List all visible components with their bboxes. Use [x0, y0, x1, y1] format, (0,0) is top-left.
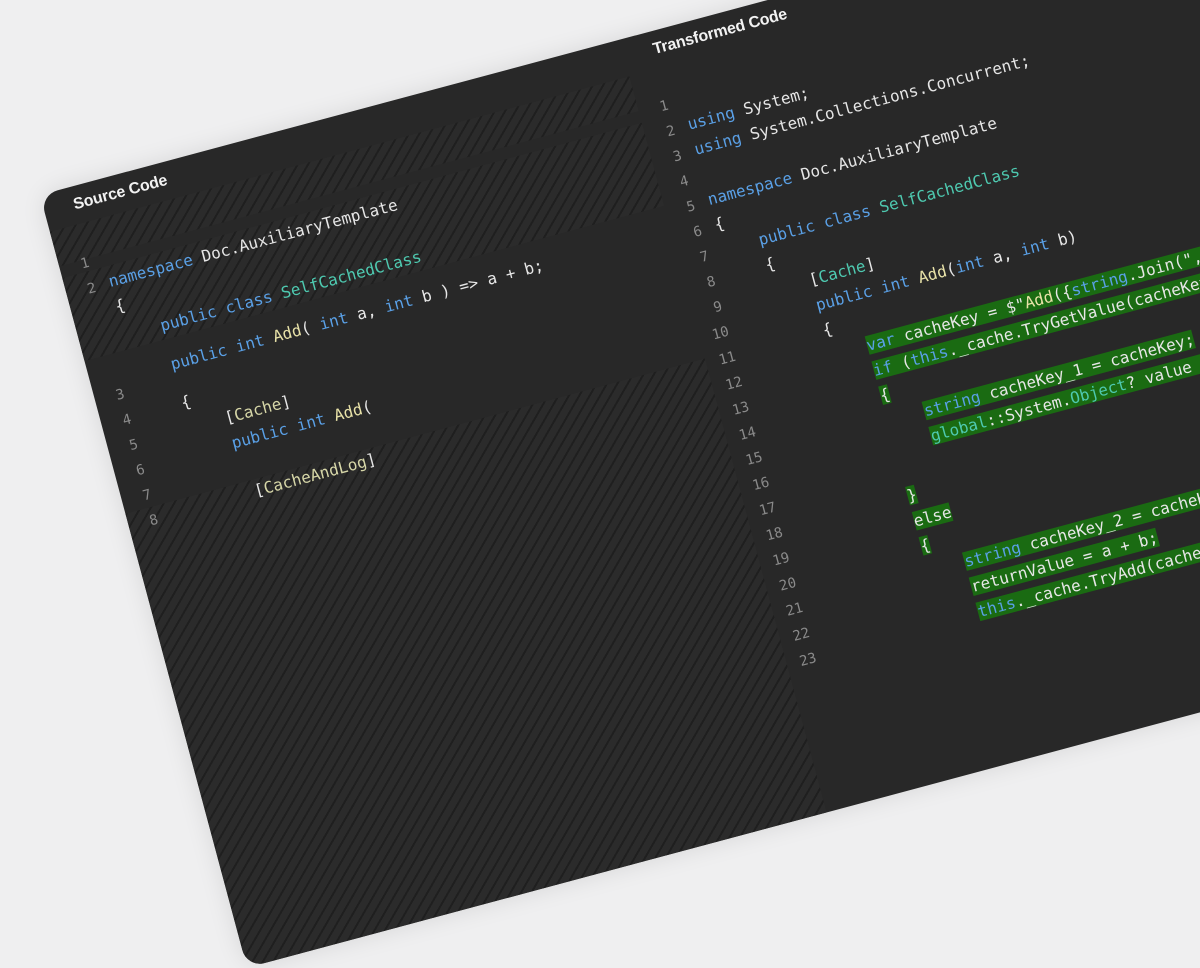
code-comparison-view: Source Code 1 namespace Doc.AuxiliaryTem…: [40, 0, 1200, 968]
editor-window: Source Code 1 namespace Doc.AuxiliaryTem…: [40, 0, 1200, 968]
